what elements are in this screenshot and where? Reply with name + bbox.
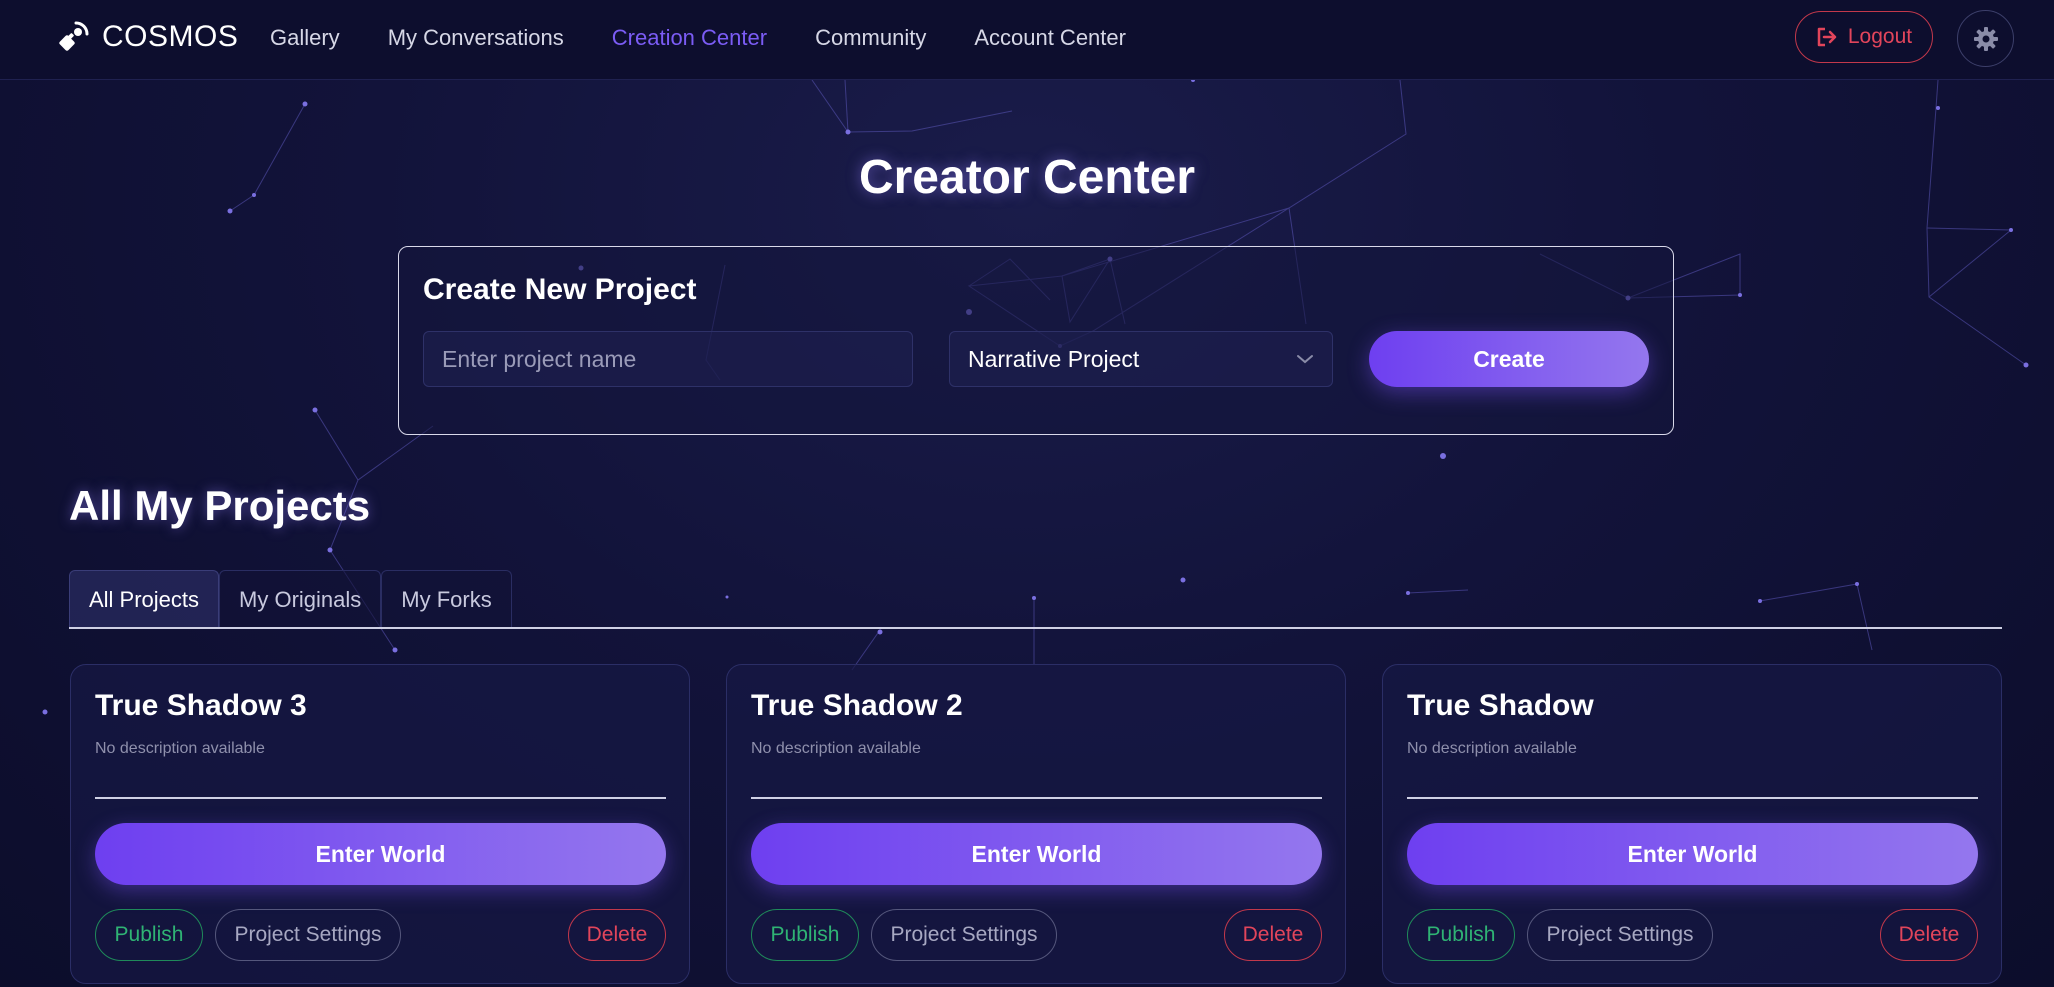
project-tabs: All Projects My Originals My Forks bbox=[69, 570, 512, 628]
project-card: True Shadow No description available Ent… bbox=[1382, 664, 2002, 984]
enter-world-button[interactable]: Enter World bbox=[751, 823, 1322, 885]
nav-item-my-conversations[interactable]: My Conversations bbox=[388, 25, 564, 51]
main-nav: Gallery My Conversations Creation Center… bbox=[270, 25, 1126, 51]
project-settings-button[interactable]: Project Settings bbox=[215, 909, 401, 961]
project-name-input[interactable] bbox=[423, 331, 913, 387]
tabs-divider bbox=[69, 627, 2002, 629]
card-divider bbox=[95, 797, 666, 799]
enter-world-button[interactable]: Enter World bbox=[1407, 823, 1978, 885]
nav-item-gallery[interactable]: Gallery bbox=[270, 25, 340, 51]
project-description: No description available bbox=[95, 740, 265, 757]
project-settings-button[interactable]: Project Settings bbox=[871, 909, 1057, 961]
project-title: True Shadow 3 bbox=[95, 689, 307, 722]
publish-button[interactable]: Publish bbox=[95, 909, 203, 961]
project-settings-button[interactable]: Project Settings bbox=[1527, 909, 1713, 961]
project-title: True Shadow bbox=[1407, 689, 1594, 722]
card-divider bbox=[1407, 797, 1978, 799]
delete-button[interactable]: Delete bbox=[568, 909, 666, 961]
logout-label: Logout bbox=[1847, 25, 1913, 48]
top-navbar: COSMOS Gallery My Conversations Creation… bbox=[0, 0, 2054, 80]
tab-all-projects[interactable]: All Projects bbox=[69, 570, 220, 628]
project-description: No description available bbox=[1407, 740, 1577, 757]
nav-item-creation-center[interactable]: Creation Center bbox=[612, 25, 767, 51]
page-title: Creator Center bbox=[858, 151, 1196, 204]
logout-icon bbox=[1817, 27, 1837, 47]
logout-button[interactable]: Logout bbox=[1795, 11, 1933, 63]
projects-section-title: All My Projects bbox=[69, 482, 371, 529]
project-type-value: Narrative Project bbox=[968, 345, 1140, 372]
chevron-down-icon bbox=[1297, 355, 1313, 364]
nav-item-community[interactable]: Community bbox=[815, 25, 926, 51]
brand-name: COSMOS bbox=[102, 20, 239, 53]
tab-my-forks[interactable]: My Forks bbox=[381, 570, 512, 628]
create-project-heading: Create New Project bbox=[423, 273, 697, 306]
create-project-panel: Create New Project Narrative Project Cre… bbox=[398, 246, 1674, 435]
publish-button[interactable]: Publish bbox=[1407, 909, 1515, 961]
project-title: True Shadow 2 bbox=[751, 689, 963, 722]
project-card: True Shadow 3 No description available E… bbox=[70, 664, 690, 984]
delete-button[interactable]: Delete bbox=[1224, 909, 1322, 961]
publish-button[interactable]: Publish bbox=[751, 909, 859, 961]
project-card: True Shadow 2 No description available E… bbox=[726, 664, 1346, 984]
tab-my-originals[interactable]: My Originals bbox=[219, 570, 382, 628]
project-type-select[interactable]: Narrative Project bbox=[949, 331, 1333, 387]
card-divider bbox=[751, 797, 1322, 799]
delete-button[interactable]: Delete bbox=[1880, 909, 1978, 961]
create-button[interactable]: Create bbox=[1369, 331, 1649, 387]
satellite-logo-icon bbox=[59, 21, 89, 51]
project-cards: True Shadow 3 No description available E… bbox=[70, 664, 2002, 987]
nav-item-account-center[interactable]: Account Center bbox=[974, 25, 1126, 51]
project-description: No description available bbox=[751, 740, 921, 757]
gear-icon bbox=[1973, 26, 1998, 51]
enter-world-button[interactable]: Enter World bbox=[95, 823, 666, 885]
settings-button[interactable] bbox=[1957, 10, 2014, 67]
brand[interactable]: COSMOS bbox=[56, 20, 238, 54]
